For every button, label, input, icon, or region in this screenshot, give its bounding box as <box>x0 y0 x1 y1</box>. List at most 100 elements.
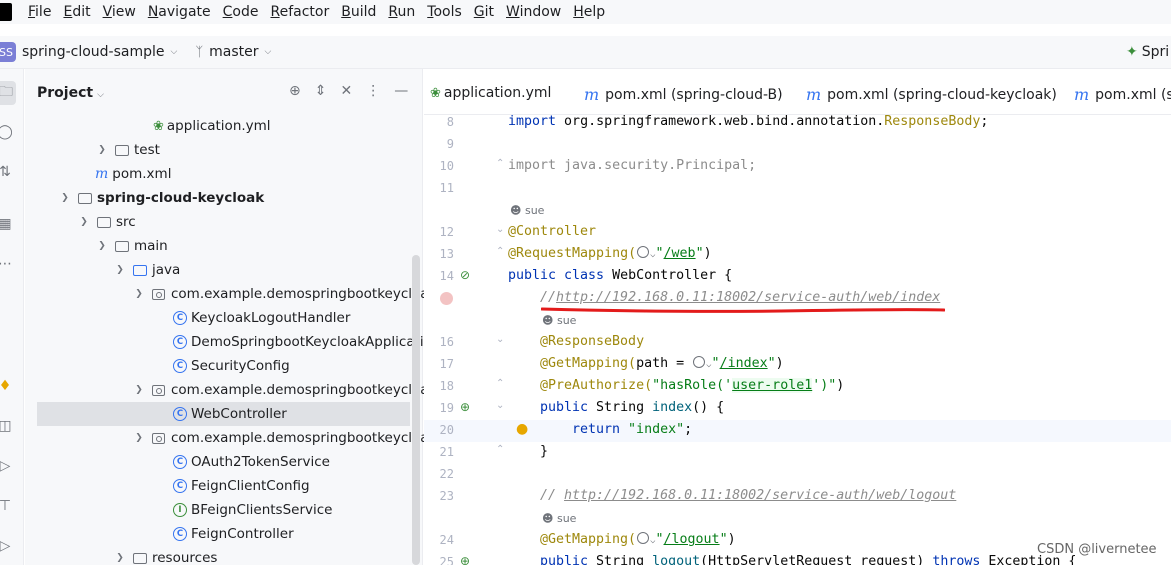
database-icon[interactable]: ◫ <box>0 417 14 435</box>
chevron-down-icon[interactable]: ❯ <box>113 265 127 275</box>
author-hint[interactable]: ☻ sue <box>542 314 576 327</box>
fold-icon[interactable]: ⌄ <box>496 224 504 235</box>
tree-item[interactable]: ❯ main <box>95 234 168 258</box>
request-mapping-icon[interactable]: ⊕ <box>460 400 470 414</box>
menu-help[interactable]: Help <box>573 4 605 20</box>
tree-item[interactable]: ❯ com.example.demospringbootkeycloak <box>132 282 436 306</box>
menu-git[interactable]: Git <box>474 4 494 20</box>
chevron-down-icon[interactable]: ⌵ <box>265 47 272 57</box>
tree-item[interactable]: ❯ test <box>95 138 160 162</box>
tree-item[interactable]: C DemoSpringbootKeycloakApplication <box>173 330 441 354</box>
structure-icon[interactable]: ▦ <box>0 215 14 233</box>
collapse-icon[interactable]: ✕ <box>340 83 352 99</box>
project-selector[interactable]: spring-cloud-sample <box>22 44 165 60</box>
menu-file[interactable]: File <box>28 4 51 20</box>
menu-tools[interactable]: Tools <box>427 4 462 20</box>
project-panel-title[interactable]: Project ⌵ <box>37 85 104 101</box>
locate-icon[interactable]: ⊕ <box>289 83 301 99</box>
code-plain: (HttpServletRequest request) <box>700 554 933 565</box>
code-url[interactable]: /index <box>720 356 768 371</box>
branch-selector[interactable]: master <box>209 44 258 60</box>
globe-icon[interactable] <box>637 246 650 258</box>
tab-label: pom.xml (sp <box>1095 86 1171 103</box>
globe-icon[interactable] <box>637 532 650 544</box>
menu-window[interactable]: Window <box>506 4 561 20</box>
spring-bean-icon[interactable]: ⊘ <box>460 268 470 282</box>
globe-icon[interactable] <box>693 356 706 368</box>
chevron-right-icon[interactable]: ❯ <box>95 145 109 155</box>
run-config-selector[interactable]: ✦ Spri <box>1126 44 1169 60</box>
tree-item[interactable]: I BFeignClientsService <box>173 498 332 522</box>
author-hint[interactable]: ☻ sue <box>510 204 544 217</box>
tree-item[interactable]: ❯ java <box>113 258 180 282</box>
folder-icon[interactable]: 🗀 <box>0 81 16 105</box>
project-panel: Project ⌵ ⊕ ⇕ ✕ ⋮ — ❀ application.yml ❯ tes… <box>25 69 448 565</box>
chevron-down-icon[interactable]: ❯ <box>113 553 127 563</box>
pull-request-icon[interactable]: ⇅ <box>0 163 14 181</box>
code-url[interactable]: /logout <box>664 532 720 547</box>
menu-code[interactable]: Code <box>223 4 259 20</box>
tree-item[interactable]: ❯ com.example.demospringbootkeycloak.f <box>132 426 445 450</box>
menu-view[interactable]: View <box>103 4 136 20</box>
request-mapping-icon[interactable]: ⊕ <box>460 554 470 565</box>
fold-icon[interactable]: ⌄ <box>496 400 504 411</box>
tree-item[interactable]: ❯ com.example.demospringbootkeycloak.c <box>132 378 448 402</box>
fold-icon[interactable]: ⌃ <box>496 378 504 389</box>
tree-item[interactable]: ❯ spring-cloud-keycloak <box>58 186 264 210</box>
build-icon[interactable]: ⊤ <box>0 497 14 515</box>
menu-navigate[interactable]: Navigate <box>148 4 211 20</box>
tree-item[interactable]: ❯ src <box>77 210 136 234</box>
chevron-down-icon[interactable]: ❯ <box>58 193 72 203</box>
commit-icon[interactable]: ◯ <box>0 123 14 141</box>
tab-application-yml[interactable]: ❀ application.yml <box>430 85 551 101</box>
tree-item[interactable]: ❀ application.yml <box>153 114 271 138</box>
menu-refactor[interactable]: Refactor <box>270 4 329 20</box>
code-comment-url[interactable]: http://192.168.0.11:18002/service-auth/w… <box>556 290 940 305</box>
tab-pom-spring-cloud-b[interactable]: m pom.xml (spring-cloud-B) <box>584 85 783 104</box>
fold-icon[interactable]: ⌃ <box>496 158 504 169</box>
project-scrollbar[interactable] <box>412 255 420 565</box>
menu-build[interactable]: Build <box>341 4 376 20</box>
code-line: 14 ⊘ public class WebController { <box>424 266 1171 288</box>
tree-item-selected[interactable]: C WebController <box>37 402 410 426</box>
chevron-down-icon[interactable]: ❯ <box>132 289 146 299</box>
author-hint[interactable]: ☻ sue <box>542 512 576 525</box>
tree-item[interactable]: C FeignController <box>173 522 294 546</box>
lightbulb-icon[interactable]: ● <box>516 421 528 437</box>
hide-icon[interactable]: — <box>394 83 408 99</box>
chevron-down-icon[interactable]: ⌵ <box>171 47 178 57</box>
chevron-down-icon[interactable]: ❯ <box>132 433 146 443</box>
chevron-down-icon[interactable]: ❯ <box>132 385 146 395</box>
code-comment-url[interactable]: http://192.168.0.11:18002/service-auth/w… <box>564 488 956 503</box>
code-text: } <box>540 444 549 459</box>
ide-logo-icon[interactable] <box>0 3 12 21</box>
fold-icon[interactable]: ⌃ <box>496 444 504 455</box>
terminal-icon[interactable]: ▷ <box>0 537 14 555</box>
folder-icon <box>97 216 111 228</box>
tab-pom-sp[interactable]: m pom.xml (sp <box>1074 85 1171 104</box>
tree-item[interactable]: C SecurityConfig <box>173 354 290 378</box>
fold-icon[interactable]: ⌃ <box>496 246 504 257</box>
tab-pom-spring-cloud-keycloak[interactable]: m pom.xml (spring-cloud-keycloak) <box>806 85 1057 104</box>
chevron-down-icon[interactable]: ❯ <box>95 241 109 251</box>
tree-item[interactable]: ❯ resources <box>113 546 217 565</box>
menu-run[interactable]: Run <box>388 4 415 20</box>
code-annotation: @RequestMapping( <box>508 246 637 261</box>
fold-icon[interactable]: ⌄ <box>496 334 504 345</box>
breakpoint-icon[interactable] <box>440 292 453 305</box>
project-badge[interactable]: SS <box>0 42 16 62</box>
code-url[interactable]: /web <box>664 246 696 261</box>
code-role-name[interactable]: user-role1 <box>732 378 813 393</box>
tree-item[interactable]: m pom.xml <box>95 162 171 186</box>
menu-edit[interactable]: Edit <box>63 4 90 20</box>
options-icon[interactable]: ⋮ <box>366 83 380 99</box>
run-icon[interactable]: ▷ <box>0 457 14 475</box>
tree-item[interactable]: C KeycloakLogoutHandler <box>173 306 350 330</box>
chevron-down-icon[interactable]: ❯ <box>77 217 91 227</box>
notifications-icon[interactable]: ♦ <box>0 377 14 395</box>
tree-item[interactable]: C OAuth2TokenService <box>173 450 330 474</box>
expand-icon[interactable]: ⇕ <box>315 83 327 99</box>
code-editor[interactable]: 8 import org.springframework.web.bind.an… <box>424 115 1171 565</box>
tree-item[interactable]: C FeignClientConfig <box>173 474 310 498</box>
more-icon[interactable]: ⋯ <box>0 255 14 273</box>
